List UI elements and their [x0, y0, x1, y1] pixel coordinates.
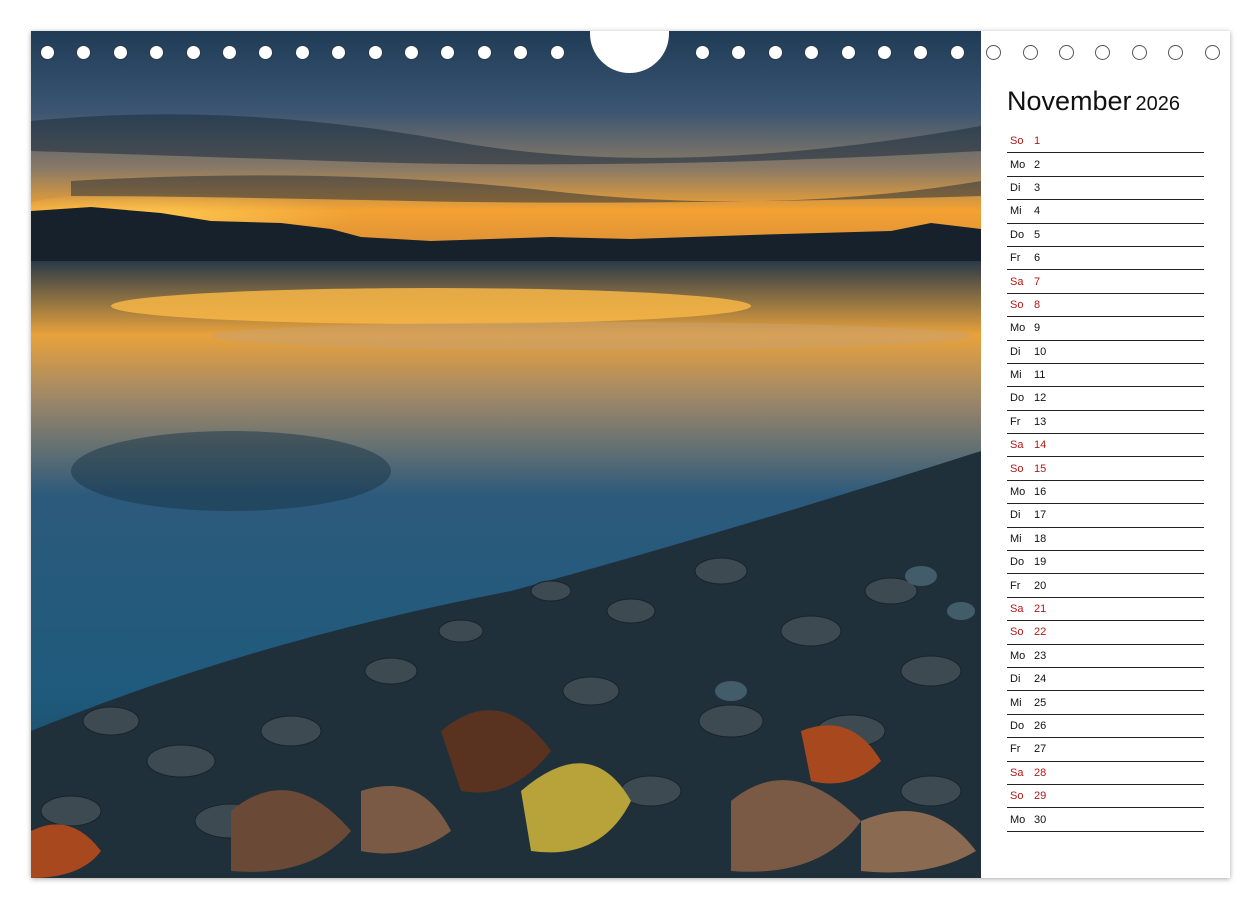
weekday-label: So: [1010, 462, 1024, 475]
day-number: 28: [1034, 766, 1047, 779]
day-row: Di 24: [1007, 668, 1204, 692]
day-row: Fr 13: [1007, 411, 1204, 435]
day-row: Mi 25: [1007, 691, 1204, 715]
day-row: Mo 23: [1007, 645, 1204, 668]
weekday-label: Do: [1010, 392, 1025, 405]
weekday-label: Fr: [1010, 579, 1021, 592]
weekday-label: Sa: [1010, 439, 1024, 452]
day-row: Mo 9: [1007, 317, 1204, 341]
day-row: Mo 16: [1007, 481, 1204, 505]
day-number: 12: [1034, 392, 1047, 405]
day-number: 8: [1034, 298, 1041, 311]
day-number: 7: [1034, 275, 1041, 288]
day-number: 11: [1034, 369, 1046, 382]
day-number: 25: [1034, 696, 1047, 709]
day-row: Fr 20: [1007, 574, 1204, 598]
day-number: 13: [1034, 415, 1047, 428]
weekday-label: Fr: [1010, 252, 1021, 265]
weekday-label: Mo: [1010, 813, 1026, 826]
day-row: Sa 28: [1007, 762, 1204, 785]
day-number: 26: [1034, 719, 1047, 732]
day-number: 30: [1034, 813, 1047, 826]
day-number: 29: [1034, 790, 1047, 803]
weekday-label: Mi: [1010, 369, 1022, 382]
weekday-label: So: [1010, 298, 1024, 311]
day-row: Mo 2: [1007, 153, 1204, 177]
weekday-label: Mi: [1010, 532, 1022, 545]
day-row: Mo 30: [1007, 808, 1204, 832]
day-number: 6: [1034, 252, 1041, 265]
landscape-photo: [31, 31, 981, 878]
day-row: So 15: [1007, 457, 1204, 481]
weekday-label: Di: [1010, 345, 1021, 358]
day-number: 14: [1034, 439, 1047, 452]
day-number: 5: [1034, 228, 1041, 241]
day-number: 10: [1034, 345, 1047, 358]
weekday-label: Di: [1010, 673, 1021, 686]
weekday-label: Fr: [1010, 415, 1021, 428]
weekday-label: So: [1010, 790, 1024, 803]
day-row: Do 12: [1007, 387, 1204, 411]
day-row: So 8: [1007, 294, 1204, 318]
day-number: 19: [1034, 556, 1047, 569]
day-row: Do 19: [1007, 551, 1204, 575]
day-row: Mi 18: [1007, 528, 1204, 552]
month-name: November: [1007, 86, 1132, 116]
weekday-label: Do: [1010, 719, 1025, 732]
weekday-label: Di: [1010, 181, 1021, 194]
weekday-label: Fr: [1010, 743, 1021, 756]
day-row: Sa 7: [1007, 270, 1204, 294]
weekday-label: Do: [1010, 228, 1025, 241]
day-row: Do 26: [1007, 715, 1204, 739]
day-row: Di 10: [1007, 341, 1204, 364]
day-number: 21: [1034, 603, 1047, 615]
day-number: 20: [1034, 579, 1047, 592]
weekday-label: Sa: [1010, 766, 1024, 779]
day-row: Di 17: [1007, 504, 1204, 528]
day-row: Fr 6: [1007, 247, 1204, 271]
day-number: 9: [1034, 322, 1041, 335]
day-row: So 29: [1007, 785, 1204, 809]
day-row: Mi 4: [1007, 200, 1204, 224]
day-number: 2: [1034, 158, 1041, 171]
day-number: 22: [1034, 626, 1047, 639]
day-number: 16: [1034, 486, 1047, 499]
weekday-label: Di: [1010, 509, 1021, 522]
day-number: 24: [1034, 673, 1047, 686]
day-number: 17: [1034, 509, 1047, 522]
weekday-label: Mi: [1010, 205, 1022, 218]
weekday-label: Mo: [1010, 649, 1026, 662]
day-row: Sa 14: [1007, 434, 1204, 458]
weekday-label: Do: [1010, 556, 1025, 569]
day-row: Do 5: [1007, 224, 1204, 247]
day-number: 3: [1034, 181, 1041, 194]
day-number: 4: [1034, 205, 1041, 218]
weekday-label: Mo: [1010, 158, 1026, 171]
day-number: 18: [1034, 532, 1047, 545]
lake-sunset-image: [31, 31, 981, 878]
day-number: 1: [1034, 135, 1041, 148]
day-list: So 1 Mo 2 Di 3 Mi 4 Do 5 Fr 6 Sa 7 So 8 Mo 9 Di 10 Mi 11 Do 12 F…: [1007, 130, 1204, 832]
month-heading: November 2026: [1007, 86, 1180, 117]
day-row: Sa 21: [1007, 598, 1204, 622]
weekday-label: So: [1010, 626, 1024, 639]
day-row: So 1: [1007, 130, 1204, 154]
day-number: 15: [1034, 462, 1047, 475]
day-row: So 22: [1007, 621, 1204, 645]
weekday-label: Sa: [1010, 603, 1024, 615]
weekday-label: Mo: [1010, 486, 1026, 499]
day-row: Di 3: [1007, 177, 1204, 201]
weekday-label: So: [1010, 135, 1024, 148]
weekday-label: Sa: [1010, 275, 1024, 288]
weekday-label: Mi: [1010, 696, 1022, 709]
day-number: 23: [1034, 649, 1047, 662]
weekday-label: Mo: [1010, 322, 1026, 335]
month-year: 2026: [1135, 93, 1181, 115]
day-row: Fr 27: [1007, 738, 1204, 762]
day-number: 27: [1034, 743, 1047, 756]
day-row: Mi 11: [1007, 364, 1204, 388]
